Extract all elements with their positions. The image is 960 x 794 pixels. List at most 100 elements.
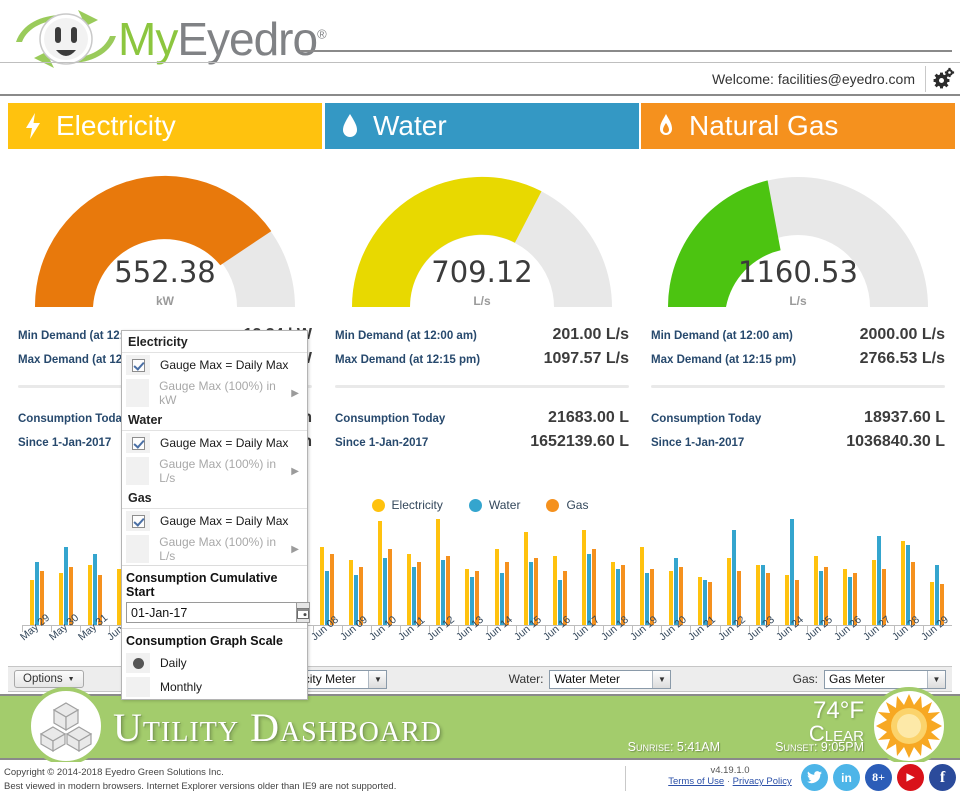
chart-bar (906, 545, 911, 625)
calendar-icon[interactable] (297, 602, 310, 623)
footer-browser-note: Best viewed in modern browsers. Internet… (4, 780, 397, 792)
cumulative-start-input[interactable] (126, 602, 297, 623)
stat-label: Since 1-Jan-2017 (18, 437, 112, 449)
footer-copyright-block: Copyright © 2014-2018 Eyedro Green Solut… (4, 766, 396, 794)
options-item-label: Gauge Max = Daily Max (160, 514, 289, 528)
legend-item-water[interactable]: Water (468, 498, 520, 512)
caret-down-icon[interactable]: ▼ (652, 670, 671, 688)
cubes-icon (27, 687, 105, 765)
chart-bar (349, 560, 354, 625)
stat-label: Since 1-Jan-2017 (651, 437, 745, 449)
options-button[interactable]: Options ▼ (14, 670, 84, 688)
chevron-right-icon: ▶ (291, 387, 299, 399)
chart-bar (441, 560, 446, 625)
options-menu[interactable]: Electricity Gauge Max = Daily Max Gauge … (121, 330, 310, 700)
brand-eyedro: Eyedro (177, 13, 318, 65)
weather-readout: 74°F Clear (809, 699, 864, 745)
options-item-electricity-gauge-max[interactable]: Gauge Max (100%) in kW ▶ (122, 377, 307, 409)
chart-day-group (807, 517, 836, 625)
chart-bar (586, 553, 591, 625)
water-meter-value: Water Meter (554, 672, 621, 686)
facebook-icon[interactable]: f (929, 764, 956, 791)
caret-down-icon: ▼ (67, 675, 75, 683)
chart-bar (87, 564, 92, 625)
chart-bar (407, 553, 412, 625)
stats-gas: Min Demand (at 12:00 am) 2000.00 L/s Max… (641, 323, 955, 454)
options-heading-graph-scale: Consumption Graph Scale (122, 628, 307, 651)
welcome-text: Welcome: facilities@eyedro.com (711, 70, 915, 87)
gauge-value-water: 709.12 (431, 255, 533, 289)
chart-bar (465, 568, 470, 625)
gas-meter-select[interactable]: Gas Meter ▼ (823, 669, 946, 689)
chart-day-group (80, 517, 109, 625)
twitter-icon[interactable] (801, 764, 828, 791)
gauge-svg-electricity (34, 175, 295, 307)
stat-row: Min Demand (at 12:00 am) 201.00 L/s (331, 323, 633, 347)
checkbox-gutter (126, 355, 150, 375)
privacy-policy-link[interactable]: Privacy Policy (733, 776, 792, 787)
chart-bar (610, 562, 615, 625)
checkbox-icon[interactable] (131, 436, 145, 450)
stat-value: 18937.60 L (864, 409, 945, 426)
chart-bar (639, 547, 644, 625)
chart-day-group (545, 517, 574, 625)
chart-bar (668, 571, 673, 625)
gauge-value-electricity: 552.38 (114, 255, 216, 289)
cumulative-start-field-wrap (122, 602, 310, 628)
page-footer: Copyright © 2014-2018 Eyedro Green Solut… (0, 762, 960, 794)
options-group-title-electricity: Electricity (122, 331, 307, 353)
checkbox-icon[interactable] (131, 358, 145, 372)
chart-bar (63, 547, 68, 625)
options-item-label: Monthly (160, 680, 203, 694)
options-group-title-water: Water (122, 409, 307, 431)
chart-bar (930, 581, 935, 625)
radio-selected-icon[interactable] (132, 657, 144, 669)
legend-item-electricity[interactable]: Electricity (371, 498, 443, 512)
options-scale-monthly[interactable]: Monthly (122, 675, 307, 699)
chart-day-group (342, 517, 371, 625)
stat-label: Max Demand (at 12:15 pm) (335, 354, 481, 366)
gas-meter-selector: Gas: Gas Meter ▼ (793, 669, 946, 689)
gauge-electricity: 552.38 kW (8, 157, 322, 317)
chart-day-group (400, 517, 429, 625)
terms-of-use-link[interactable]: Terms of Use (668, 776, 724, 787)
welcome-bar: Welcome: facilities@eyedro.com (0, 62, 960, 96)
myeyedro-logo[interactable]: MyEyedro® (8, 8, 327, 70)
weather-temperature: 74°F (813, 697, 864, 724)
chart-bar (732, 529, 737, 625)
legend-swatch-gas (546, 498, 560, 512)
options-item-gas-gauge-max[interactable]: Gauge Max (100%) in L/s ▶ (122, 533, 307, 565)
legend-item-gas[interactable]: Gas (546, 498, 588, 512)
googleplus-icon[interactable]: 8+ (865, 764, 892, 791)
stat-label: Consumption Today (18, 413, 129, 425)
checkbox-gutter (126, 511, 150, 531)
chart-day-group (51, 517, 80, 625)
options-item-water-daily-max[interactable]: Gauge Max = Daily Max (122, 431, 307, 455)
options-item-gas-daily-max[interactable]: Gauge Max = Daily Max (122, 509, 307, 533)
gear-icon[interactable] (926, 67, 960, 91)
linkedin-icon[interactable]: in (833, 764, 860, 791)
options-item-water-gauge-max[interactable]: Gauge Max (100%) in L/s ▶ (122, 455, 307, 487)
checkbox-icon[interactable] (131, 514, 145, 528)
options-item-label: Gauge Max (100%) in L/s (159, 457, 277, 485)
water-meter-select[interactable]: Water Meter ▼ (549, 669, 672, 689)
banner-title: Utility Dashboard (113, 705, 442, 750)
options-button-label: Options (23, 673, 63, 685)
options-item-label: Gauge Max (100%) in L/s (159, 535, 277, 563)
radio-gutter (126, 677, 150, 697)
options-item-electricity-daily-max[interactable]: Gauge Max = Daily Max (122, 353, 307, 377)
caret-down-icon[interactable]: ▼ (368, 670, 387, 688)
legend-swatch-electricity (371, 498, 385, 512)
panel-header-gas: Natural Gas (641, 103, 955, 149)
options-group-title-gas: Gas (122, 487, 307, 509)
chart-bar (790, 519, 795, 625)
youtube-icon[interactable]: ▶ (897, 764, 924, 791)
gauge-unit-electricity: kW (156, 294, 174, 308)
panel-water: Water 709.12 L/s Min Demand (at 12:00 am… (325, 103, 639, 454)
gauge-svg-water (351, 176, 612, 307)
app-header: MyEyedro® Welcome: facilities@eyedro.com (0, 0, 960, 97)
options-scale-daily[interactable]: Daily (122, 651, 307, 675)
chart-bar (378, 521, 383, 625)
caret-down-icon[interactable]: ▼ (926, 670, 945, 688)
options-item-label: Daily (160, 656, 187, 670)
